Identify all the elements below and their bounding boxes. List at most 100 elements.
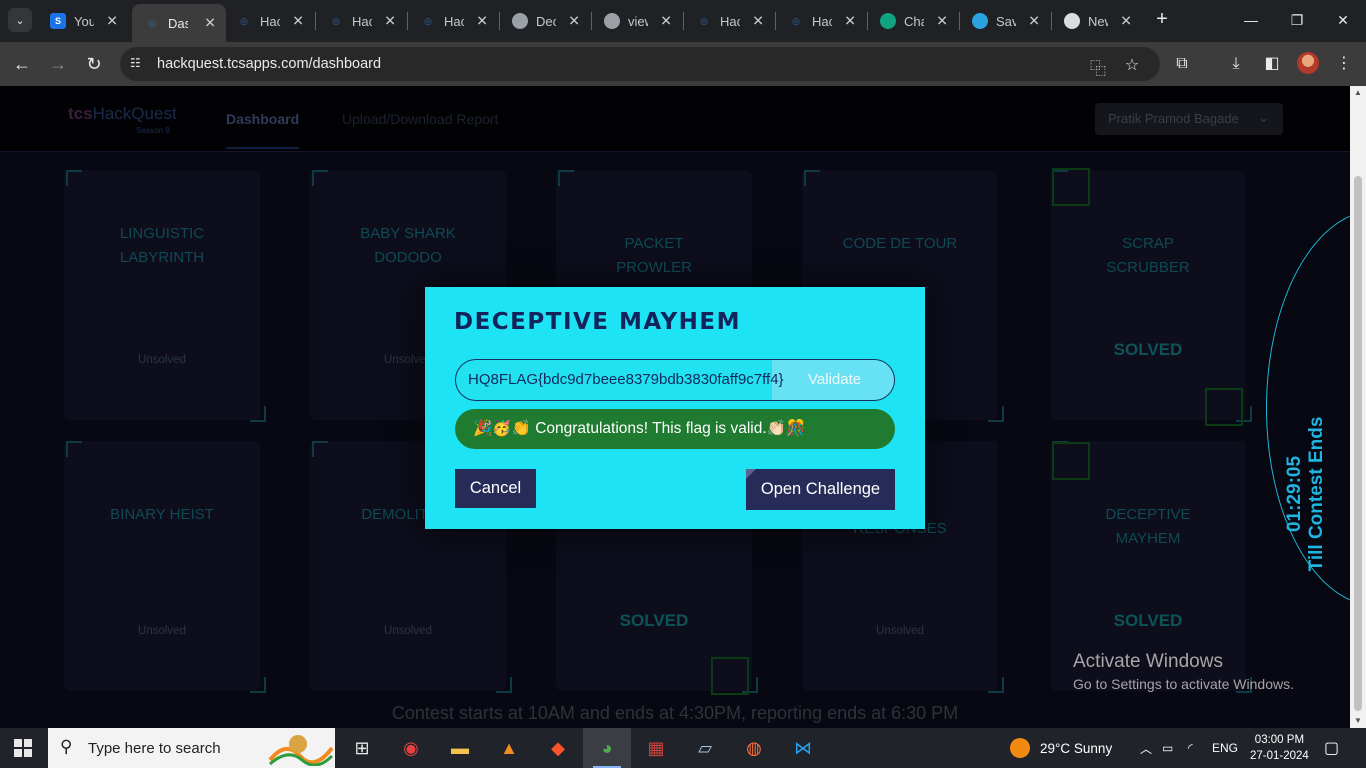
- browser-tab[interactable]: Dec ✕: [500, 6, 590, 36]
- close-tab-icon[interactable]: ✕: [568, 13, 580, 30]
- recorder-app-icon[interactable]: ◉: [387, 728, 435, 768]
- taskbar-search[interactable]: ⚲ Type here to search: [48, 728, 335, 768]
- browser-tab[interactable]: ◎ Hack ✕: [224, 6, 314, 36]
- browser-tab[interactable]: New ✕: [1052, 6, 1142, 36]
- challenge-card[interactable]: SCRAP SCRUBBER SOLVED: [1050, 170, 1252, 422]
- notes-app-icon[interactable]: ▱: [681, 728, 729, 768]
- url-text[interactable]: hackquest.tcsapps.com/dashboard: [157, 56, 381, 72]
- notifications-icon[interactable]: ▢: [1324, 728, 1339, 768]
- timer-label: Till Contest Ends: [1306, 416, 1327, 572]
- challenge-title: BINARY HEIST: [110, 506, 214, 523]
- flag-input[interactable]: HQ8FLAG{bdc9d7beee8379bdb3830faff9c7ff4}: [468, 371, 784, 388]
- forward-button[interactable]: →: [44, 50, 72, 78]
- user-dropdown[interactable]: Pratik Pramod Bagade ⌄: [1095, 103, 1283, 135]
- language-indicator[interactable]: ENG: [1212, 728, 1238, 768]
- tab-strip: ⌄ S You ✕ ◎ Dash ✕ ◎ Hack ✕ ◎ Hack ✕ ◎ Hack ✕ Dec ✕ view ✕…: [0, 0, 1366, 42]
- menu-icon[interactable]: ⋮: [1332, 52, 1356, 76]
- file-explorer-icon[interactable]: ▬: [436, 728, 484, 768]
- card-corner-accent: [312, 441, 328, 457]
- wifi-icon[interactable]: ◜: [1188, 728, 1193, 768]
- user-name: Pratik Pramod Bagade: [1108, 111, 1239, 126]
- task-view-icon[interactable]: ⊞: [338, 728, 386, 768]
- vlc-icon[interactable]: ▲: [485, 728, 533, 768]
- close-tab-icon[interactable]: ✕: [936, 13, 948, 30]
- challenge-card[interactable]: BINARY HEIST Unsolved: [64, 441, 266, 693]
- close-window-button[interactable]: ✕: [1320, 0, 1366, 40]
- address-bar[interactable]: ☷ hackquest.tcsapps.com/dashboard ⿻ ☆: [120, 47, 1160, 81]
- page-scrollbar[interactable]: ▲ ▼: [1350, 86, 1366, 728]
- close-tab-icon[interactable]: ✕: [1120, 13, 1132, 30]
- browser-tab[interactable]: ◎ Hack ✕: [408, 6, 498, 36]
- search-placeholder: Type here to search: [88, 740, 221, 757]
- challenge-title: LINGUISTIC LABYRINTH: [119, 225, 205, 266]
- battery-icon[interactable]: ▭: [1162, 728, 1173, 768]
- extensions-icon[interactable]: ⧉: [1170, 52, 1194, 76]
- downloads-icon[interactable]: ⤓: [1224, 52, 1248, 76]
- challenge-card[interactable]: LINGUISTIC LABYRINTH Unsolved: [64, 170, 266, 422]
- browser-tab[interactable]: ◎ Hack ✕: [316, 6, 406, 36]
- validate-button[interactable]: Validate: [772, 360, 894, 400]
- tab-title: Cha: [904, 13, 924, 29]
- close-tab-icon[interactable]: ✕: [1028, 13, 1040, 30]
- brave-icon[interactable]: ◆: [534, 728, 582, 768]
- browser-tab[interactable]: ◎ Dash ✕: [132, 4, 226, 42]
- hackquest-logo[interactable]: tcsHackQuest: [68, 104, 177, 124]
- browser-tab[interactable]: view ✕: [592, 6, 682, 36]
- profile-avatar[interactable]: [1297, 52, 1319, 74]
- close-tab-icon[interactable]: ✕: [844, 13, 856, 30]
- side-panel-icon[interactable]: ◧: [1260, 52, 1284, 76]
- tab-title: Hack: [352, 13, 372, 29]
- scroll-up-arrow[interactable]: ▲: [1350, 86, 1366, 100]
- taskbar-clock[interactable]: 03:00 PM 27-01-2024: [1250, 732, 1309, 764]
- site-navbar: tcsHackQuest Season 8 Dashboard Upload/D…: [0, 86, 1350, 152]
- back-button[interactable]: ←: [8, 50, 36, 78]
- winrar-icon[interactable]: ▦: [632, 728, 680, 768]
- scroll-thumb[interactable]: [1354, 176, 1362, 711]
- close-tab-icon[interactable]: ✕: [204, 15, 216, 32]
- browser-toolbar: ← → ↻ ☷ hackquest.tcsapps.com/dashboard …: [0, 42, 1366, 86]
- close-tab-icon[interactable]: ✕: [384, 13, 396, 30]
- restore-button[interactable]: ❐: [1274, 0, 1320, 40]
- bookmark-star-icon[interactable]: ☆: [1122, 55, 1142, 75]
- TATA-favicon-icon: ◎: [148, 17, 156, 28]
- hidden-icons-chevron-icon[interactable]: ︿: [1140, 728, 1152, 768]
- browser-tab[interactable]: Cha ✕: [868, 6, 958, 36]
- reload-button[interactable]: ↻: [80, 50, 108, 78]
- weather-text: 29°C Sunny: [1040, 740, 1113, 756]
- decorative-square: [1205, 388, 1243, 426]
- site-info-icon[interactable]: ☷: [130, 56, 146, 72]
- browser-tab[interactable]: ◎ Hack ✕: [776, 6, 866, 36]
- chrome-icon[interactable]: ◕: [583, 728, 631, 768]
- decorative-square: [1052, 168, 1090, 206]
- tab-title: Hack: [812, 13, 832, 29]
- vscode-icon[interactable]: ⋈: [779, 728, 827, 768]
- card-corner-accent: [988, 677, 1004, 693]
- contest-hours-note: Contest starts at 10AM and ends at 4:30P…: [391, 703, 959, 723]
- close-tab-icon[interactable]: ✕: [752, 13, 764, 30]
- browser-tab[interactable]: ◎ Hack ✕: [684, 6, 774, 36]
- weather-widget[interactable]: 29°C Sunny: [1010, 728, 1112, 768]
- windows-start-icon[interactable]: [14, 739, 32, 757]
- open-challenge-button[interactable]: Open Challenge: [746, 469, 895, 510]
- S-favicon-icon: S: [50, 13, 66, 29]
- minimize-button[interactable]: —: [1228, 0, 1274, 40]
- firefox-icon[interactable]: ◍: [730, 728, 778, 768]
- cancel-button[interactable]: Cancel: [455, 469, 536, 508]
- scroll-down-arrow[interactable]: ▼: [1350, 714, 1366, 728]
- tab-search-button[interactable]: ⌄: [8, 8, 32, 32]
- close-tab-icon[interactable]: ✕: [660, 13, 672, 30]
- logo-name: HackQuest: [92, 104, 177, 123]
- translate-icon[interactable]: ⿻: [1088, 55, 1108, 78]
- close-tab-icon[interactable]: ✕: [476, 13, 488, 30]
- modal-title: DECEPTIVE MAYHEM: [454, 309, 742, 335]
- timer-value: 01:29:05: [1284, 455, 1305, 533]
- browser-tab[interactable]: S You ✕: [38, 6, 128, 36]
- browser-tab[interactable]: Save ✕: [960, 6, 1050, 36]
- close-tab-icon[interactable]: ✕: [106, 13, 118, 30]
- challenge-status: Unsolved: [876, 625, 924, 637]
- new-tab-button[interactable]: +: [1150, 8, 1174, 32]
- chrome-favicon-icon: [1064, 13, 1080, 29]
- close-tab-icon[interactable]: ✕: [292, 13, 304, 30]
- nav-upload-download[interactable]: Upload/Download Report: [342, 111, 498, 127]
- nav-dashboard[interactable]: Dashboard: [226, 111, 300, 149]
